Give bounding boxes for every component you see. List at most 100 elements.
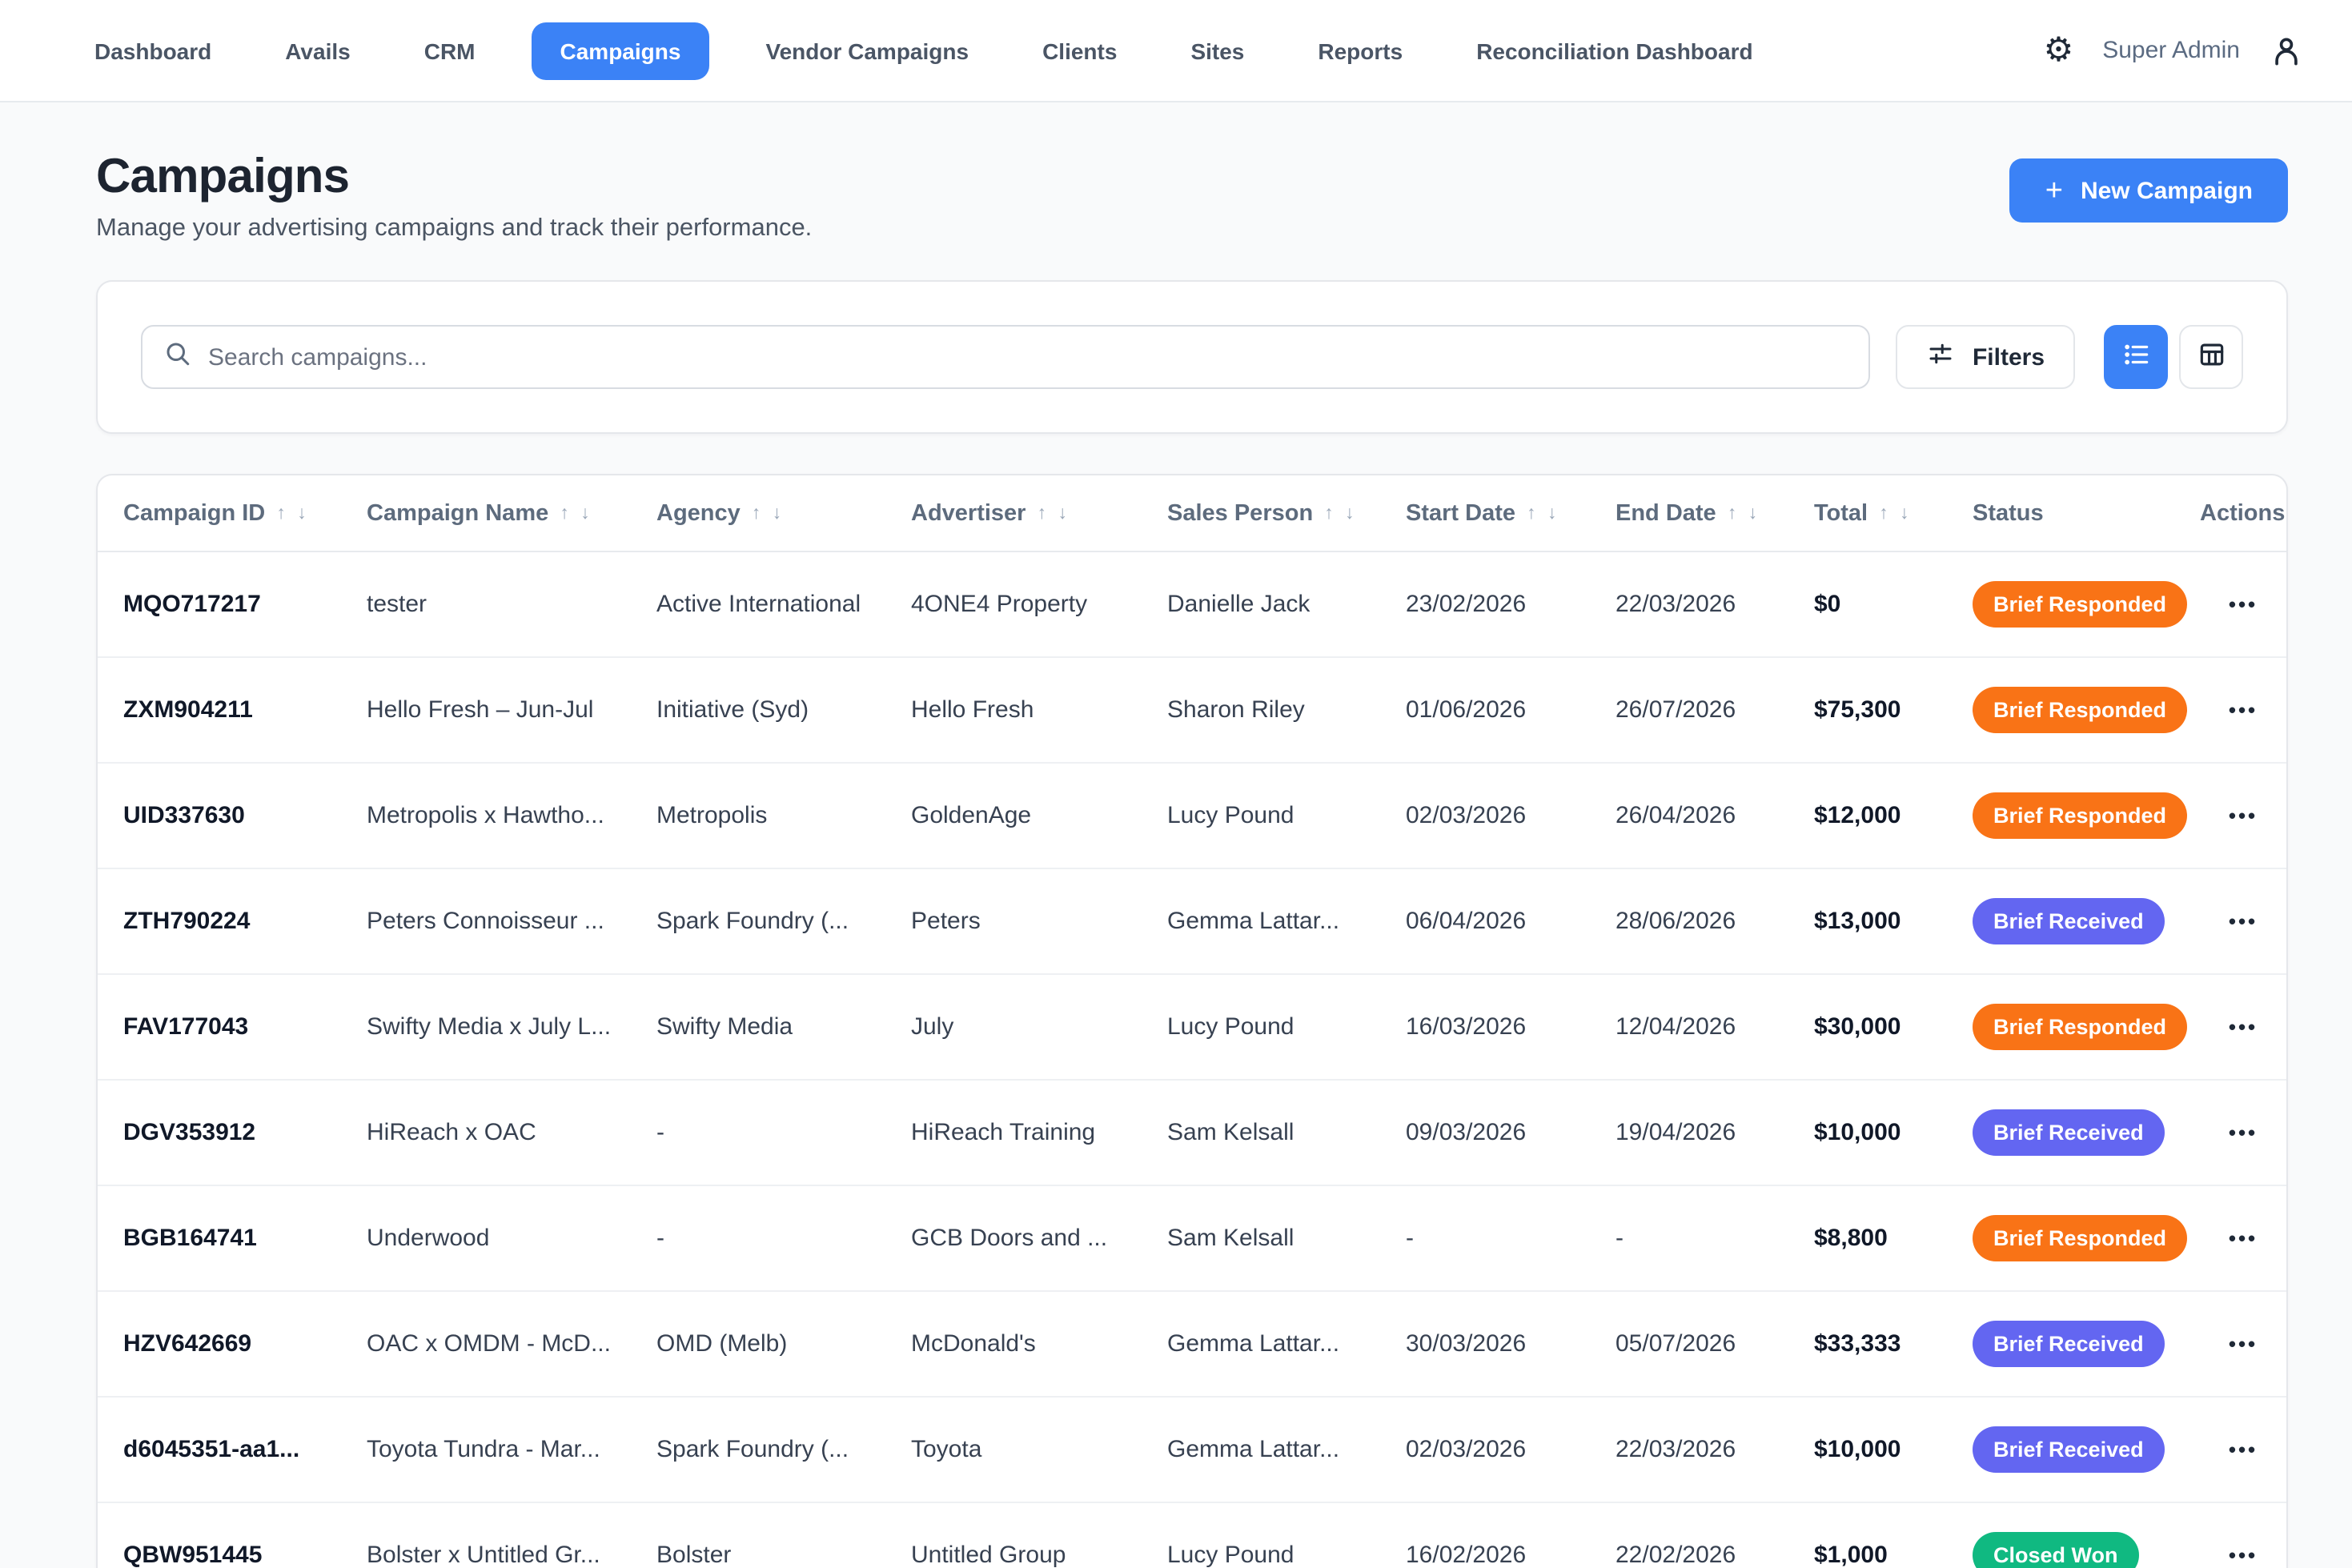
user-role-label: Super Admin <box>2102 37 2240 64</box>
nav-item-label: Campaigns <box>560 38 681 63</box>
table-row[interactable]: ZTH790224 Peters Connoisseur ... Spark F… <box>98 869 2286 975</box>
column-header-actions: Actions <box>2200 500 2286 526</box>
filters-label: Filters <box>1973 343 2045 371</box>
new-campaign-label: New Campaign <box>2081 177 2253 204</box>
table-row[interactable]: d6045351-aa1... Toyota Tundra - Mar... S… <box>98 1398 2286 1503</box>
nav-item-campaigns[interactable]: Campaigns <box>532 22 710 79</box>
cell-status: Brief Responded <box>1973 581 2200 628</box>
column-header-label: Actions <box>2200 500 2285 526</box>
row-actions-button[interactable]: ••• <box>2229 1438 2258 1462</box>
column-header-label: Start Date <box>1406 500 1515 526</box>
row-actions-button[interactable]: ••• <box>2229 909 2258 933</box>
cell-status: Brief Responded <box>1973 1215 2200 1261</box>
nav-item-label: Sites <box>1190 38 1244 63</box>
table-header-row: Campaign ID ↑ ↓ Campaign Name ↑ ↓ Agency… <box>98 475 2286 552</box>
cell-campaign-name: Peters Connoisseur ... <box>367 908 656 935</box>
sort-arrows-icon: ↑ ↓ <box>1324 503 1357 523</box>
cell-actions: ••• <box>2200 1436 2286 1463</box>
nav-item-reports[interactable]: Reports <box>1300 22 1420 79</box>
view-toggle <box>2104 325 2243 389</box>
column-header-label: Agency <box>656 500 741 526</box>
cell-advertiser: GCB Doors and ... <box>911 1225 1167 1252</box>
search-input[interactable] <box>208 343 1848 371</box>
table-row[interactable]: FAV177043 Swifty Media x July L... Swift… <box>98 975 2286 1081</box>
cell-campaign-name: OAC x OMDM - McD... <box>367 1330 656 1357</box>
cell-campaign-name: Swifty Media x July L... <box>367 1013 656 1041</box>
sort-arrows-icon: ↑ ↓ <box>1728 503 1760 523</box>
cell-total: $30,000 <box>1814 1013 1973 1041</box>
cell-agency: OMD (Melb) <box>656 1330 911 1357</box>
nav-item-vendor-campaigns[interactable]: Vendor Campaigns <box>748 22 986 79</box>
status-badge: Closed Won <box>1973 1532 2139 1568</box>
cell-end-date: 22/03/2026 <box>1615 591 1814 618</box>
column-header-label: Campaign Name <box>367 500 548 526</box>
nav-item-sites[interactable]: Sites <box>1173 22 1262 79</box>
row-actions-button[interactable]: ••• <box>2229 698 2258 722</box>
cell-actions: ••• <box>2200 591 2286 618</box>
row-actions-button[interactable]: ••• <box>2229 1332 2258 1356</box>
table-row[interactable]: HZV642669 OAC x OMDM - McD... OMD (Melb)… <box>98 1292 2286 1398</box>
cell-sales-person: Gemma Lattar... <box>1167 908 1406 935</box>
sort-arrows-icon: ↑ ↓ <box>1527 503 1559 523</box>
sliders-icon <box>1926 339 1955 375</box>
table-row[interactable]: MQO717217 tester Active International 4O… <box>98 552 2286 658</box>
nav-item-dashboard[interactable]: Dashboard <box>77 22 229 79</box>
cell-campaign-id: BGB164741 <box>98 1225 367 1252</box>
cell-advertiser: HiReach Training <box>911 1119 1167 1146</box>
sort-arrows-icon: ↑ ↓ <box>560 503 592 523</box>
filters-button[interactable]: Filters <box>1896 325 2075 389</box>
cell-start-date: 02/03/2026 <box>1406 1436 1615 1463</box>
cell-start-date: 30/03/2026 <box>1406 1330 1615 1357</box>
column-header-label: Status <box>1973 500 2044 526</box>
row-actions-button[interactable]: ••• <box>2229 592 2258 616</box>
column-header-label: End Date <box>1615 500 1716 526</box>
cell-start-date: 16/02/2026 <box>1406 1542 1615 1568</box>
cell-actions: ••• <box>2200 1542 2286 1568</box>
user-icon[interactable] <box>2269 33 2304 68</box>
list-view-button[interactable] <box>2104 325 2168 389</box>
column-header-agency[interactable]: Agency ↑ ↓ <box>656 500 911 526</box>
nav-item-crm[interactable]: CRM <box>407 22 493 79</box>
cell-advertiser: McDonald's <box>911 1330 1167 1357</box>
cell-status: Closed Won <box>1973 1532 2200 1568</box>
cell-actions: ••• <box>2200 802 2286 829</box>
gear-icon[interactable]: ⚙ <box>2044 34 2074 67</box>
column-header-start-date[interactable]: Start Date ↑ ↓ <box>1406 500 1615 526</box>
status-badge: Brief Received <box>1973 1426 2165 1473</box>
table-row[interactable]: UID337630 Metropolis x Hawtho... Metropo… <box>98 764 2286 869</box>
campaigns-table: Campaign ID ↑ ↓ Campaign Name ↑ ↓ Agency… <box>96 474 2288 1568</box>
table-view-button[interactable] <box>2179 325 2243 389</box>
column-header-total[interactable]: Total ↑ ↓ <box>1814 500 1973 526</box>
new-campaign-button[interactable]: + New Campaign <box>2010 158 2288 223</box>
cell-sales-person: Sam Kelsall <box>1167 1225 1406 1252</box>
column-header-campaign-name[interactable]: Campaign Name ↑ ↓ <box>367 500 656 526</box>
row-actions-button[interactable]: ••• <box>2229 804 2258 828</box>
nav-item-avails[interactable]: Avails <box>267 22 367 79</box>
cell-campaign-id: ZTH790224 <box>98 908 367 935</box>
column-header-status: Status <box>1973 500 2200 526</box>
cell-total: $8,800 <box>1814 1225 1973 1252</box>
nav-item-label: Vendor Campaigns <box>765 38 969 63</box>
table-row[interactable]: QBW951445 Bolster x Untitled Gr... Bolst… <box>98 1503 2286 1568</box>
column-header-end-date[interactable]: End Date ↑ ↓ <box>1615 500 1814 526</box>
row-actions-button[interactable]: ••• <box>2229 1226 2258 1250</box>
cell-advertiser: Hello Fresh <box>911 696 1167 724</box>
nav-item-clients[interactable]: Clients <box>1025 22 1134 79</box>
cell-status: Brief Received <box>1973 1109 2200 1156</box>
row-actions-button[interactable]: ••• <box>2229 1015 2258 1039</box>
table-row[interactable]: DGV353912 HiReach x OAC - HiReach Traini… <box>98 1081 2286 1186</box>
column-header-campaign-id[interactable]: Campaign ID ↑ ↓ <box>98 500 367 526</box>
cell-end-date: - <box>1615 1225 1814 1252</box>
table-row[interactable]: BGB164741 Underwood - GCB Doors and ... … <box>98 1186 2286 1292</box>
table-row[interactable]: ZXM904211 Hello Fresh – Jun-Jul Initiati… <box>98 658 2286 764</box>
cell-start-date: 06/04/2026 <box>1406 908 1615 935</box>
row-actions-button[interactable]: ••• <box>2229 1121 2258 1145</box>
column-header-sales-person[interactable]: Sales Person ↑ ↓ <box>1167 500 1406 526</box>
nav-item-reconciliation-dashboard[interactable]: Reconciliation Dashboard <box>1459 22 1770 79</box>
table-view-icon <box>2196 339 2226 375</box>
column-header-advertiser[interactable]: Advertiser ↑ ↓ <box>911 500 1167 526</box>
cell-status: Brief Responded <box>1973 792 2200 839</box>
cell-advertiser: Untitled Group <box>911 1542 1167 1568</box>
status-badge: Brief Responded <box>1973 1215 2187 1261</box>
row-actions-button[interactable]: ••• <box>2229 1543 2258 1567</box>
